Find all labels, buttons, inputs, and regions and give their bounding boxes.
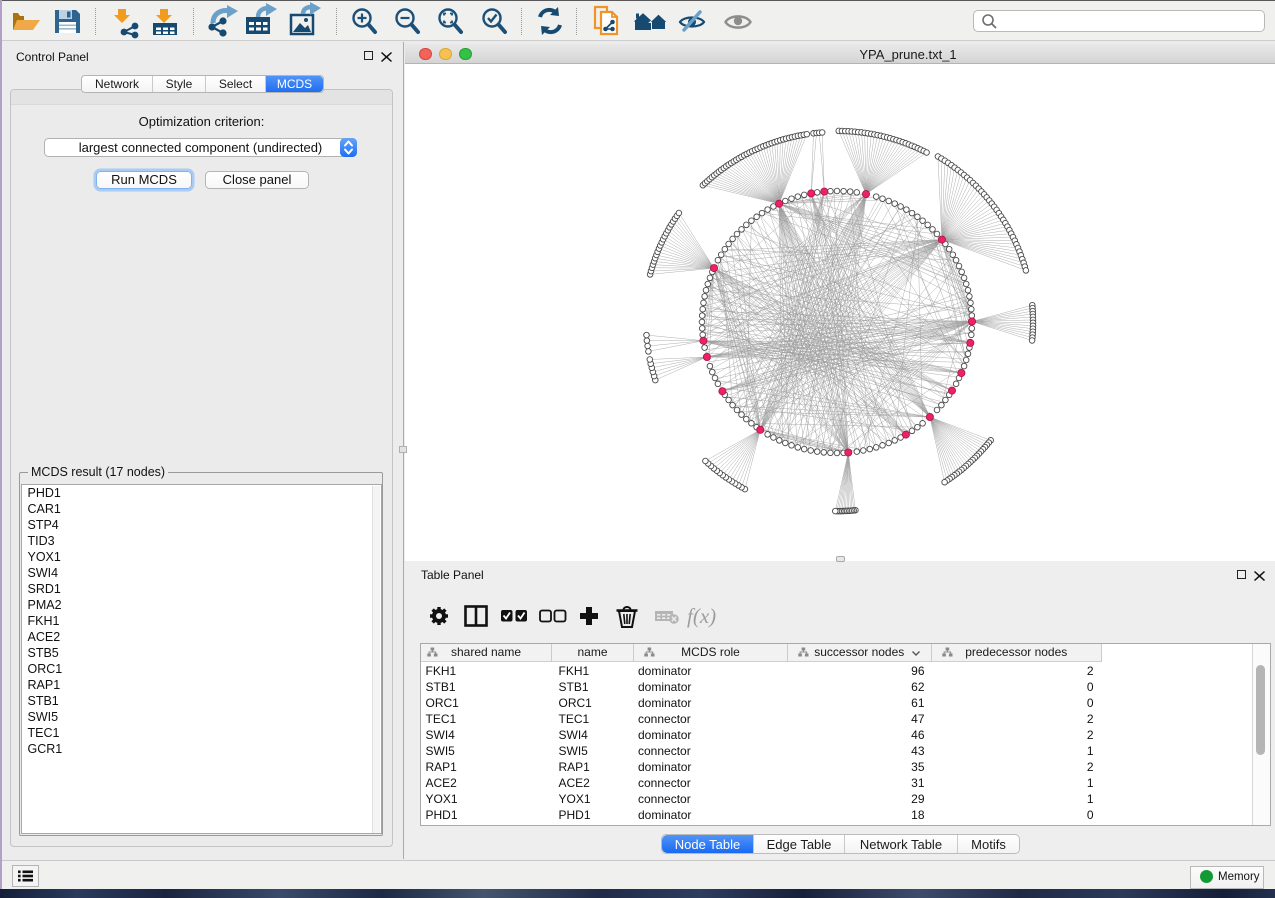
svg-text:f(x): f(x) [687, 604, 716, 628]
